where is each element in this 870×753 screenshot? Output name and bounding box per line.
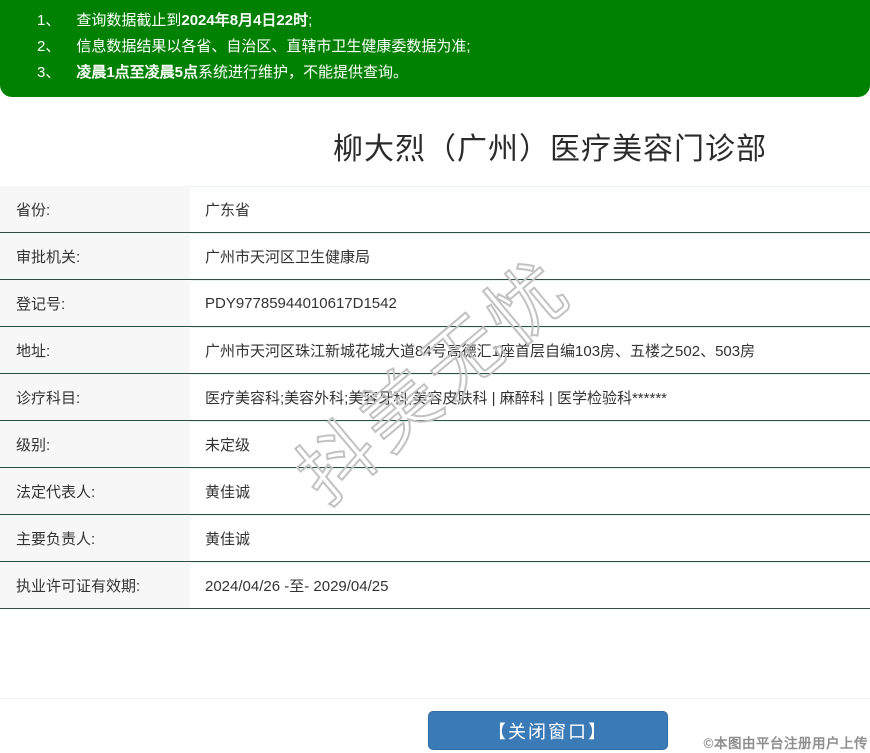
notice-text-post: 系统进行维护，不能提供查询。 xyxy=(198,64,409,81)
table-row-legal-representative: 法定代表人: 黄佳诚 xyxy=(0,468,870,515)
row-value: PDY97785944010617D1542 xyxy=(205,294,397,312)
query-result-page: 1、 查询数据截止到2024年8月4日22时; 2、 信息数据结果以各省、自治区… xyxy=(0,0,870,753)
row-value: 黄佳诚 xyxy=(205,483,251,501)
upload-credit: ©本图由平台注册用户上传 xyxy=(703,736,868,751)
table-row-principal: 主要负责人: 黄佳诚 xyxy=(0,515,870,562)
row-label: 主要负责人: xyxy=(0,515,190,561)
row-label: 级别: xyxy=(0,421,190,467)
table-row-level: 级别: 未定级 xyxy=(0,421,870,468)
row-label: 执业许可证有效期: xyxy=(0,562,190,608)
table-row-registration-number: 登记号: PDY97785944010617D1542 xyxy=(0,280,870,327)
row-label: 地址: xyxy=(0,327,190,373)
row-value: 广东省 xyxy=(205,201,251,219)
close-window-button[interactable]: 【关闭窗口】 xyxy=(428,711,668,750)
table-row-license-validity: 执业许可证有效期: 2024/04/26 -至- 2029/04/25 xyxy=(0,562,870,609)
notice-line-3: 3、 凌晨1点至凌晨5点系统进行维护，不能提供查询。 xyxy=(0,60,870,86)
notice-number: 2、 xyxy=(37,38,61,55)
row-value: 2024/04/26 -至- 2029/04/25 xyxy=(205,577,389,595)
notice-number: 3、 xyxy=(37,64,61,81)
row-label: 审批机关: xyxy=(0,233,190,279)
notice-line-1: 1、 查询数据截止到2024年8月4日22时; xyxy=(0,8,870,34)
notice-text-bold: 凌晨1点至凌晨5点 xyxy=(76,64,199,81)
table-row-medical-subjects: 诊疗科目: 医疗美容科;美容外科;美容牙科;美容皮肤科 | 麻醉科 | 医学检验… xyxy=(0,374,870,421)
notice-text: 查询数据截止到2024年8月4日22时; xyxy=(76,8,312,34)
row-value: 广州市天河区卫生健康局 xyxy=(205,248,371,266)
notice-text-bold: 2024年8月4日22时 xyxy=(181,12,309,29)
row-value: 黄佳诚 xyxy=(205,530,251,548)
notice-text-post: ; xyxy=(308,12,313,29)
row-label: 法定代表人: xyxy=(0,468,190,514)
row-label: 诊疗科目: xyxy=(0,374,190,420)
row-label: 登记号: xyxy=(0,280,190,326)
row-value: 医疗美容科;美容外科;美容牙科;美容皮肤科 | 麻醉科 | 医学检验科*****… xyxy=(205,389,667,407)
notice-text: 凌晨1点至凌晨5点系统进行维护，不能提供查询。 xyxy=(76,60,408,86)
notice-banner: 1、 查询数据截止到2024年8月4日22时; 2、 信息数据结果以各省、自治区… xyxy=(0,0,870,97)
row-label: 省份: xyxy=(0,186,190,232)
table-row-province: 省份: 广东省 xyxy=(0,186,870,233)
info-table: 省份: 广东省 审批机关: 广州市天河区卫生健康局 登记号: PDY977859… xyxy=(0,186,870,609)
row-value: 广州市天河区珠江新城花城大道84号高德汇1座首层自编103房、五楼之502、50… xyxy=(205,342,756,360)
table-row-approval-authority: 审批机关: 广州市天河区卫生健康局 xyxy=(0,233,870,280)
notice-text-pre: 信息数据结果以各省、自治区、直辖市卫生健康委数据为准; xyxy=(76,38,471,55)
notice-text-pre: 查询数据截止到 xyxy=(76,12,182,29)
notice-text: 信息数据结果以各省、自治区、直辖市卫生健康委数据为准; xyxy=(76,34,470,60)
row-value: 未定级 xyxy=(205,436,251,454)
page-title: 柳大烈（广州）医疗美容门诊部 xyxy=(333,133,767,166)
notice-line-2: 2、 信息数据结果以各省、自治区、直辖市卫生健康委数据为准; xyxy=(0,34,870,60)
table-row-address: 地址: 广州市天河区珠江新城花城大道84号高德汇1座首层自编103房、五楼之50… xyxy=(0,327,870,374)
notice-number: 1、 xyxy=(37,12,61,29)
footer-divider xyxy=(0,698,870,699)
